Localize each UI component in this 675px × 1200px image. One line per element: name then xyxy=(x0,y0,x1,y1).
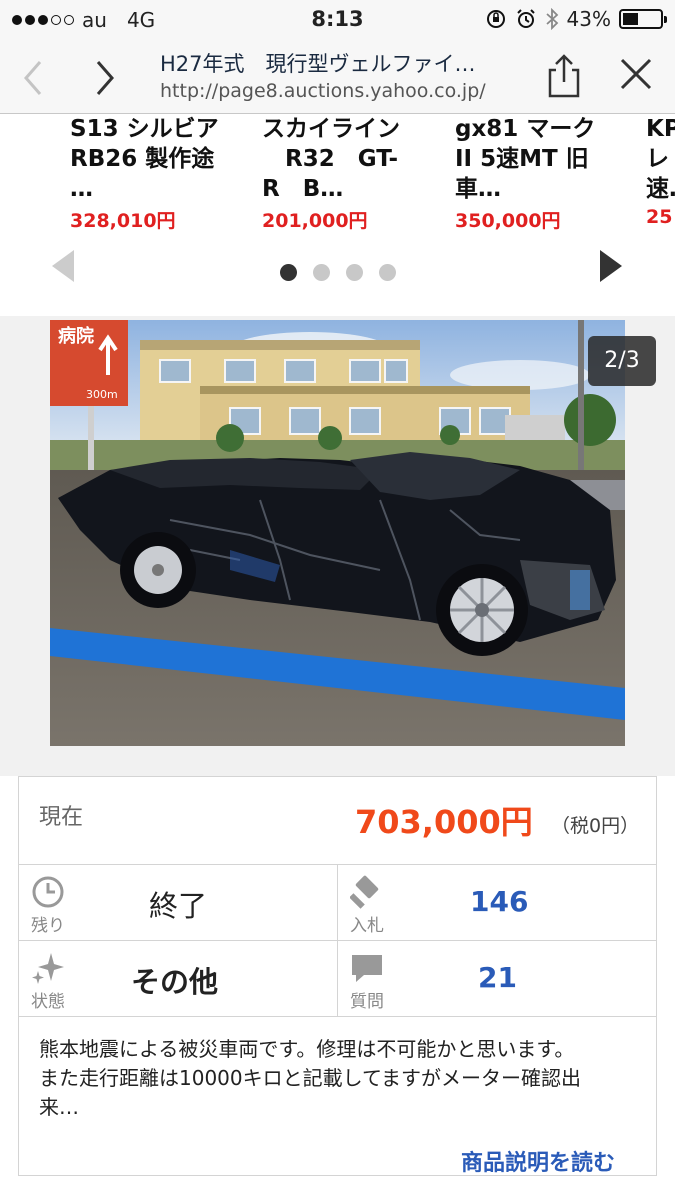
carousel-item-title: II 5速MT 旧 xyxy=(455,146,589,172)
gavel-icon xyxy=(350,875,379,909)
clock-icon xyxy=(32,876,64,908)
bids-label: 入札 xyxy=(350,916,384,936)
page-title[interactable]: H27年式 現行型ヴェルファイ… xyxy=(160,48,476,78)
carousel-item[interactable]: スカイライン R32 GT- R B… 201,000円 xyxy=(262,114,432,233)
battery-percent: 43% xyxy=(566,7,611,31)
current-price-label: 現在 xyxy=(39,805,84,830)
remaining-time-cell: 残り 終了 xyxy=(19,865,338,941)
carousel-item[interactable]: gx81 マーク II 5速MT 旧 車… 350,000円 xyxy=(455,114,625,233)
photo-counter: 2/3 xyxy=(588,336,656,386)
close-button[interactable] xyxy=(616,54,656,94)
condition-value: その他 xyxy=(131,965,219,999)
carousel-item-price: 350,000円 xyxy=(455,210,561,232)
carousel-item-title: … xyxy=(70,176,93,202)
bids-cell[interactable]: 入札 146 xyxy=(338,865,656,941)
item-description: 熊本地震による被災車両です。修理は不可能かと思います。 また走行距離は10000… xyxy=(39,1035,639,1122)
pager-dot[interactable] xyxy=(313,264,330,281)
read-description-link[interactable]: 商品説明を読む xyxy=(461,1145,615,1177)
photo-gallery: 病院 300m 2/3 xyxy=(0,316,675,776)
carousel-pager xyxy=(280,264,396,281)
pager-dot[interactable] xyxy=(280,264,297,281)
sign-distance: 300m xyxy=(86,388,118,401)
back-button[interactable] xyxy=(16,58,52,95)
description-line: また走行距離は10000キロと記載してますがメーター確認出 xyxy=(39,1066,582,1090)
bids-count: 146 xyxy=(470,885,529,918)
questions-count: 21 xyxy=(478,961,517,994)
carousel-item-title: KP xyxy=(646,116,675,142)
chevron-left-icon xyxy=(24,61,42,95)
carousel-item-title: スカイライン xyxy=(262,116,400,142)
speech-bubble-icon xyxy=(352,955,382,982)
carousel-item[interactable]: KP レ 速… 25 xyxy=(646,114,675,228)
pager-dot[interactable] xyxy=(346,264,363,281)
sparkle-icon xyxy=(32,953,64,984)
status-bar: au 4G 8:13 43% xyxy=(0,0,675,40)
hospital-sign: 病院 xyxy=(58,325,94,347)
forward-button[interactable] xyxy=(86,58,122,95)
share-button[interactable] xyxy=(544,52,584,100)
condition-label: 状態 xyxy=(31,992,65,1012)
rotation-lock-icon xyxy=(486,10,505,28)
related-items-carousel: S13 シルビア RB26 製作途 … 328,010円 スカイライン R32 … xyxy=(0,114,675,314)
description-line: 熊本地震による被災車両です。修理は不可能かと思います。 xyxy=(39,1037,575,1061)
browser-toolbar: H27年式 現行型ヴェルファイ… http://page8.auctions.y… xyxy=(0,40,675,114)
carousel-item-price: 328,010円 xyxy=(70,210,176,232)
carousel-next-arrow-icon[interactable] xyxy=(600,250,622,282)
damaged-car-photo: 病院 300m xyxy=(50,320,625,746)
carousel-prev-arrow-icon[interactable] xyxy=(52,250,74,282)
tax-note: （税0円） xyxy=(551,815,640,837)
pager-dot[interactable] xyxy=(379,264,396,281)
close-icon xyxy=(620,58,652,90)
questions-label: 質問 xyxy=(350,992,384,1012)
carousel-item-price: 201,000円 xyxy=(262,210,368,232)
remaining-label: 残り xyxy=(31,916,65,936)
carousel-item-title: R32 GT- xyxy=(262,146,399,172)
condition-cell: 状態 その他 xyxy=(19,941,338,1017)
current-price: 703,000円 xyxy=(355,803,533,841)
questions-cell[interactable]: 質問 21 xyxy=(338,941,656,1017)
chevron-right-icon xyxy=(96,61,114,95)
carousel-item-title: gx81 マーク xyxy=(455,116,596,142)
auction-info-panel: 現在 703,000円 （税0円） 残り 終了 入札 146 状態 その他 質問… xyxy=(18,776,657,1176)
carousel-item-title: 速… xyxy=(646,176,675,202)
carousel-item-price: 25 xyxy=(646,206,673,228)
item-photo[interactable]: 病院 300m xyxy=(50,320,625,746)
carousel-item-title: RB26 製作途 xyxy=(70,146,215,172)
status-icons: 43% xyxy=(485,7,667,31)
current-price-row: 現在 703,000円 （税0円） xyxy=(19,777,656,865)
alarm-icon xyxy=(516,9,535,28)
share-icon xyxy=(548,54,580,98)
bluetooth-icon xyxy=(545,8,558,30)
carousel-item-title: レ xyxy=(646,146,669,172)
carousel-item[interactable]: S13 シルビア RB26 製作途 … 328,010円 xyxy=(70,114,240,233)
carousel-item-title: S13 シルビア xyxy=(70,116,219,142)
address-bar[interactable]: http://page8.auctions.yahoo.co.jp/ xyxy=(160,80,486,102)
remaining-value: 終了 xyxy=(149,889,208,923)
battery-icon xyxy=(619,9,667,29)
carousel-item-title: 車… xyxy=(455,176,501,202)
description-line: 来… xyxy=(39,1095,79,1119)
carousel-item-title: R B… xyxy=(262,176,344,202)
